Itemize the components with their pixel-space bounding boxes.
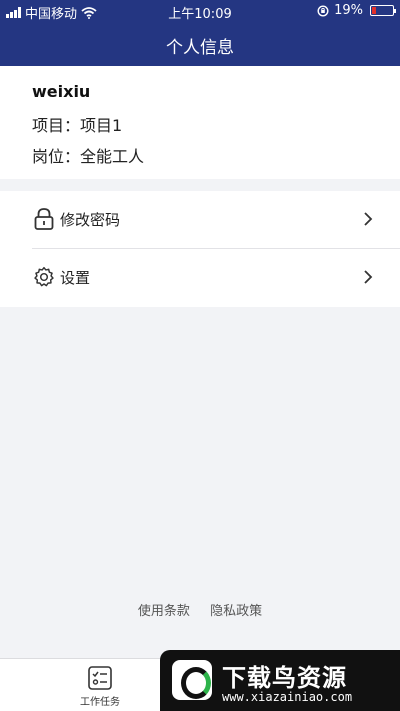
change-password-item[interactable]: 修改密码 [0, 191, 400, 249]
username: weixiu [32, 82, 91, 101]
orientation-lock-icon [317, 4, 329, 17]
watermark-banner: 下载鸟资源 www.xiazainiao.com [160, 650, 400, 711]
tab-label: 工作任务 [80, 697, 120, 708]
position-label: 岗位： [32, 147, 81, 166]
privacy-link[interactable]: 隐私政策 [210, 604, 262, 619]
position-value: 全能工人 [80, 147, 145, 166]
task-list-icon [88, 666, 112, 690]
battery-percent: 19% [334, 3, 363, 18]
settings-label: 设置 [60, 269, 91, 287]
footer-links: 使用条款 隐私政策 [0, 600, 400, 619]
status-right: 19% [317, 3, 396, 18]
top-header: 中国移动 上午10:09 19% 个人信息 [0, 0, 400, 66]
terms-link[interactable]: 使用条款 [138, 604, 190, 619]
change-password-label: 修改密码 [60, 211, 121, 229]
tab-work-tasks[interactable]: 工作任务 [70, 665, 130, 708]
gear-icon [34, 266, 54, 287]
position-row: 岗位：全能工人 [32, 143, 144, 167]
watermark-logo-icon [172, 660, 212, 700]
settings-item[interactable]: 设置 [0, 249, 400, 306]
project-value: 项目1 [80, 116, 123, 135]
profile-card: weixiu 项目：项目1 岗位：全能工人 [0, 66, 400, 179]
chevron-right-icon [364, 212, 373, 226]
watermark-title: 下载鸟资源 [222, 664, 347, 692]
settings-menu: 修改密码 设置 [0, 191, 400, 307]
status-bar: 中国移动 上午10:09 19% [0, 0, 400, 22]
page-title: 个人信息 [166, 38, 234, 58]
chevron-right-icon [364, 270, 373, 284]
project-row: 项目：项目1 [32, 112, 122, 136]
lock-icon [34, 208, 54, 230]
watermark-url: www.xiazainiao.com [222, 690, 353, 704]
project-label: 项目： [32, 116, 81, 135]
battery-icon [370, 5, 396, 16]
